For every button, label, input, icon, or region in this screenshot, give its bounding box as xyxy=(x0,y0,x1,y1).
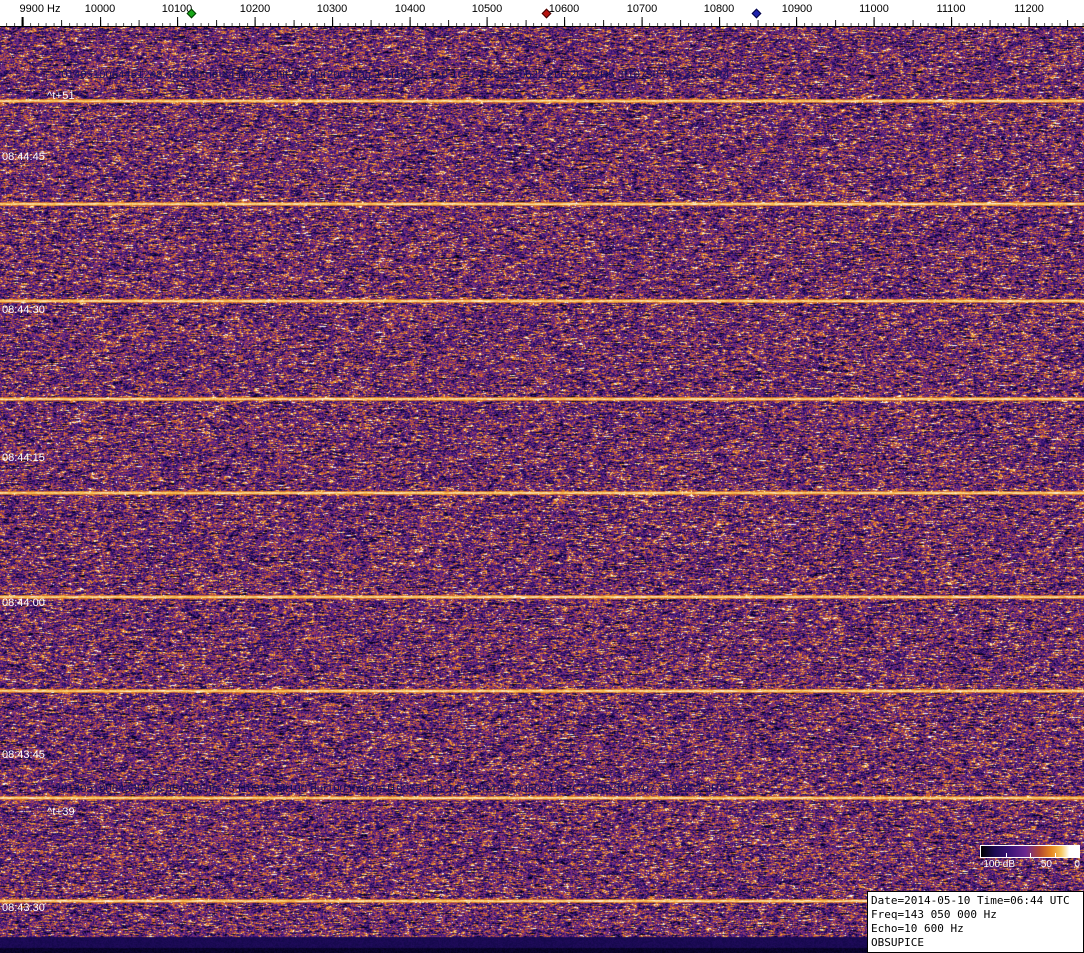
spectrogram-waterfall[interactable] xyxy=(0,27,1084,953)
ruler-minor-ticks xyxy=(0,23,1084,26)
freq-label-11100: 11100 xyxy=(936,3,966,15)
legend-tick xyxy=(1054,853,1056,857)
freq-label-10900: 10900 xyxy=(781,3,813,15)
legend-label-max: 0 xyxy=(1074,859,1080,870)
freq-label-10300: 10300 xyxy=(316,3,348,15)
info-station: OBSUPICE xyxy=(871,936,924,949)
observation-info-box: Date=2014-05-10 Time=06:44 UTC Freq=143 … xyxy=(867,891,1084,953)
time-label: 08:44:00 xyxy=(2,597,45,609)
legend-labels: -100 dB -50 0 xyxy=(980,859,1080,870)
freq-marker-green-icon[interactable] xyxy=(186,8,197,19)
freq-label-11000: 11000 xyxy=(859,3,889,15)
info-echo-freq: Echo=10 600 Hz xyxy=(871,922,964,935)
freq-marker-blue-icon[interactable] xyxy=(751,8,762,19)
ruler-mid-ticks xyxy=(0,20,1084,26)
ruler-major-ticks xyxy=(0,17,1084,26)
time-label: 08:43:45 xyxy=(2,749,45,761)
event-annotation-2: 20140510064339948 hCnt29 nb-73 f10355 hi… xyxy=(55,783,726,795)
event-time-offset-1: ^t+51 xyxy=(47,90,75,102)
legend-tick xyxy=(1030,853,1031,857)
event-time-offset-2: ^t+39 xyxy=(47,806,75,818)
time-label: 08:44:45 xyxy=(2,151,45,163)
info-frequency: Freq=143 050 000 Hz xyxy=(871,908,997,921)
info-date-time: Date=2014-05-10 Time=06:44 UTC xyxy=(871,894,1070,907)
freq-label-10000: 10000 xyxy=(84,3,116,15)
freq-label-10400: 10400 xyxy=(394,3,426,15)
freq-label-10500: 10500 xyxy=(471,3,503,15)
legend-label-min: -100 dB xyxy=(980,859,1016,870)
time-label: 08:43:30 xyxy=(2,902,45,914)
freq-label-10200: 10200 xyxy=(239,3,271,15)
legend-tick xyxy=(1005,853,1007,857)
meteor-spectrogram-app: 9900 Hz 10000 10100 10200 10300 10400 10500 106… xyxy=(0,0,1084,953)
freq-label-9900-hz: 9900 Hz xyxy=(19,3,61,15)
frequency-ruler[interactable]: 9900 Hz 10000 10100 10200 10300 10400 10500 106… xyxy=(0,0,1084,27)
freq-label-10700: 10700 xyxy=(626,3,658,15)
freq-label-10800: 10800 xyxy=(703,3,735,15)
time-label: 08:44:15 xyxy=(2,452,45,464)
freq-label-10600: 10600 xyxy=(548,3,580,15)
freq-label-11200: 11200 xyxy=(1014,3,1044,15)
color-scale-gradient-bar xyxy=(980,845,1080,858)
legend-label-mid: -50 xyxy=(1037,859,1052,870)
color-scale-legend: -100 dB -50 0 xyxy=(980,845,1080,870)
event-annotation-1: 20140510064451248 hCnt30 nb-84 f10621 hi… xyxy=(55,69,730,81)
time-label: 08:44:30 xyxy=(2,304,45,316)
